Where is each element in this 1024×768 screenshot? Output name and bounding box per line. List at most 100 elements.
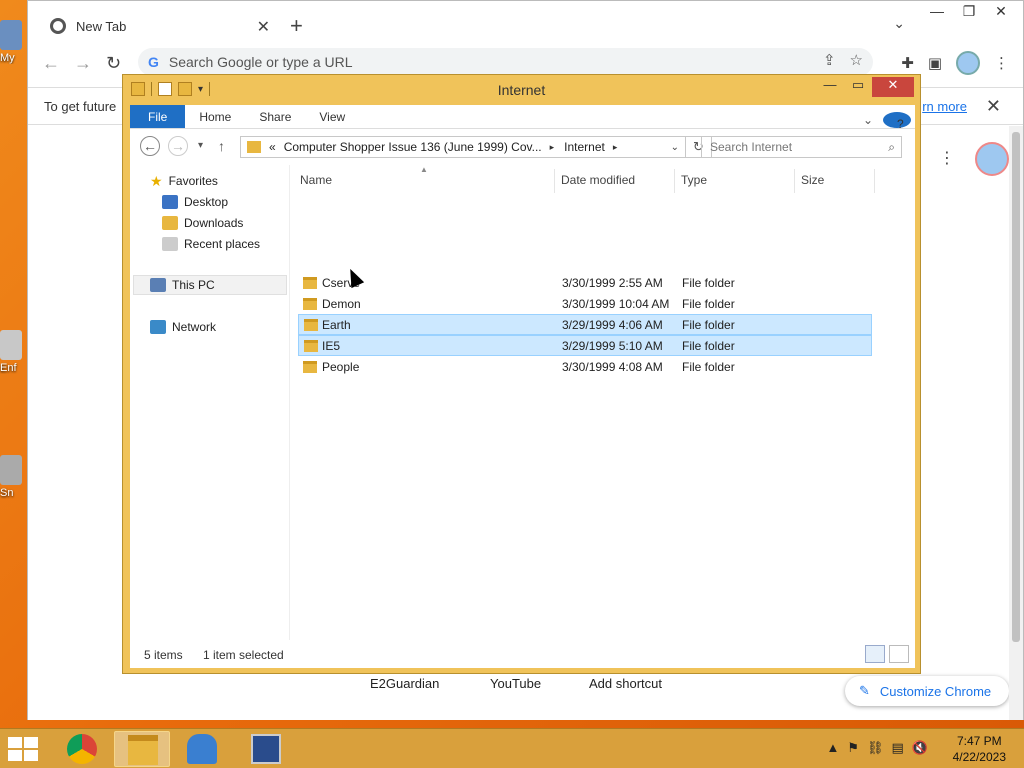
column-header-date-modified[interactable]: Date modified	[561, 173, 635, 187]
volume-muted-icon[interactable]: 🔇	[912, 740, 928, 756]
up-arrow-icon[interactable]: ↑	[218, 138, 225, 154]
taskbar-file-explorer[interactable]	[114, 731, 170, 767]
start-button[interactable]	[8, 737, 38, 761]
omnibox[interactable]: G Search Google or type a URL ⇪ ☆	[138, 48, 873, 76]
minimize-icon[interactable]: —	[816, 77, 844, 97]
network-tray-icon[interactable]: ⛓	[867, 740, 884, 756]
recent-locations-chevron-icon[interactable]: ▾	[198, 140, 203, 151]
address-toolbar: ← → ▾ ↑ « Computer Shopper Issue 136 (Ju…	[130, 129, 915, 165]
desktop-icon-my[interactable]: My	[0, 20, 24, 64]
nav-this-pc[interactable]: This PC	[133, 275, 287, 295]
page-scrollbar[interactable]	[1009, 126, 1023, 720]
nav-item-label: Desktop	[184, 195, 229, 209]
file-row-people[interactable]: People 3/30/1999 4:08 AM File folder	[298, 356, 872, 377]
large-icons-view-icon[interactable]	[889, 645, 909, 663]
scrollbar-thumb[interactable]	[1012, 132, 1020, 642]
new-tab-plus-icon[interactable]: +	[290, 13, 303, 39]
side-panel-icon[interactable]: ▣	[928, 54, 942, 72]
folder-icon	[303, 297, 317, 310]
tab-close-icon[interactable]: ✕	[257, 17, 270, 37]
share-icon[interactable]: ⇪	[823, 51, 836, 69]
breadcrumb-separator-icon[interactable]: ▸	[550, 142, 555, 153]
forward-arrow-icon[interactable]: →	[168, 136, 188, 156]
explorer-titlebar[interactable]: ▾ Internet — ▭ ✕	[123, 75, 920, 105]
nav-item-recent-places[interactable]: Recent places	[162, 234, 260, 254]
explorer-title: Internet	[497, 82, 546, 98]
column-header-size[interactable]: Size	[801, 173, 824, 187]
tab-file[interactable]: File	[130, 105, 186, 128]
shortcut-e2guardian[interactable]: E2Guardian	[370, 676, 439, 691]
breadcrumb-internet[interactable]: Internet	[564, 140, 605, 154]
help-icon[interactable]: ?	[883, 112, 911, 131]
search-icon[interactable]: ⌕	[888, 140, 895, 155]
tab-new-tab[interactable]: New Tab ✕	[38, 9, 276, 43]
profile-avatar[interactable]	[956, 51, 980, 75]
extensions-puzzle-icon[interactable]: ✚	[901, 54, 914, 72]
display-icon[interactable]: ▤	[892, 740, 904, 756]
column-header-name[interactable]: Name	[300, 173, 332, 187]
bookmark-star-icon[interactable]: ☆	[850, 51, 863, 69]
shortcut-add[interactable]: Add shortcut	[589, 676, 662, 691]
menu-kebab-icon[interactable]: ⋮	[994, 54, 1009, 72]
desktop-icon-enf[interactable]: Enf	[0, 330, 24, 374]
file-row-cserve[interactable]: Cserve 3/30/1999 2:55 AM File folder	[298, 272, 872, 293]
taskbar-chrome[interactable]	[54, 731, 110, 767]
clock-time: 7:47 PM	[956, 734, 1002, 748]
nav-network[interactable]: Network	[150, 317, 216, 337]
close-icon[interactable]: ✕	[985, 3, 1017, 25]
taskbar-network-program[interactable]	[238, 731, 294, 767]
forward-arrow-icon[interactable]: →	[74, 53, 92, 74]
tab-view[interactable]: View	[305, 105, 359, 128]
file-name: Demon	[322, 296, 361, 311]
tab-search-chevron-icon[interactable]: ⌄	[893, 15, 905, 32]
nav-item-downloads[interactable]: Downloads	[162, 213, 243, 233]
ribbon-tabs: File Home Share View ⌄ ?	[130, 105, 915, 131]
tab-share[interactable]: Share	[245, 105, 305, 128]
show-hidden-icons-icon[interactable]: ▲	[826, 740, 839, 756]
file-row-earth[interactable]: Earth 3/29/1999 4:06 AM File folder	[298, 314, 872, 335]
page-menu-kebab-icon[interactable]: ⋮	[939, 148, 955, 168]
file-row-demon[interactable]: Demon 3/30/1999 10:04 AM File folder	[298, 293, 872, 314]
details-view-icon[interactable]	[865, 645, 885, 663]
folder-icon	[247, 141, 261, 153]
info-bar-close-icon[interactable]: ✕	[986, 96, 1001, 117]
search-input[interactable]: Search Internet ⌕	[701, 136, 902, 158]
address-bar[interactable]: « Computer Shopper Issue 136 (June 1999)…	[240, 136, 686, 158]
flag-icon[interactable]: ⚑	[847, 740, 859, 756]
address-dropdown-icon[interactable]: ⌄	[671, 142, 679, 153]
reload-icon[interactable]: ↻	[106, 53, 121, 74]
maximize-icon[interactable]: ❐	[953, 3, 985, 25]
nav-item-label: Recent places	[184, 237, 261, 251]
back-arrow-icon[interactable]: ←	[140, 136, 160, 156]
program-icon	[0, 330, 22, 360]
search-placeholder: Search Internet	[710, 140, 793, 154]
customize-chrome-button[interactable]: ✎ Customize Chrome	[845, 676, 1009, 706]
customize-label: Customize Chrome	[879, 683, 992, 699]
learn-more-link[interactable]: rn more	[922, 99, 967, 114]
breadcrumb-separator-icon[interactable]: ▸	[613, 142, 618, 153]
breadcrumb-computer-shopper[interactable]: Computer Shopper Issue 136 (June 1999) C…	[284, 140, 542, 154]
tab-home[interactable]: Home	[185, 105, 245, 128]
page-profile-avatar[interactable]	[975, 142, 1009, 176]
desktop-icon-sn[interactable]: Sn	[0, 455, 24, 499]
system-tray: ▲ ⚑ ⛓ ▤ 🔇	[826, 740, 928, 756]
column-header-type[interactable]: Type	[681, 173, 707, 187]
taskbar-messenger[interactable]	[174, 731, 230, 767]
minimize-icon[interactable]: —	[921, 3, 953, 25]
column-divider[interactable]	[554, 169, 555, 193]
chrome-tool-icons: ✚ ▣ ⋮	[901, 51, 1009, 75]
nav-item-desktop[interactable]: Desktop	[162, 192, 228, 212]
file-row-ie5[interactable]: IE5 3/29/1999 5:10 AM File folder	[298, 335, 872, 356]
shortcut-youtube[interactable]: YouTube	[490, 676, 541, 691]
desktop-icon-label: Sn	[0, 487, 14, 499]
file-explorer-icon	[128, 735, 158, 765]
taskbar-clock[interactable]: 7:47 PM 4/22/2023	[953, 733, 1006, 765]
nav-favorites[interactable]: ★ Favorites	[150, 171, 218, 191]
column-divider[interactable]	[874, 169, 875, 193]
close-icon[interactable]: ✕	[872, 77, 914, 97]
breadcrumb-overflow[interactable]: «	[269, 140, 276, 154]
column-divider[interactable]	[794, 169, 795, 193]
column-divider[interactable]	[674, 169, 675, 193]
back-arrow-icon[interactable]: ←	[42, 53, 60, 74]
maximize-icon[interactable]: ▭	[844, 77, 872, 97]
